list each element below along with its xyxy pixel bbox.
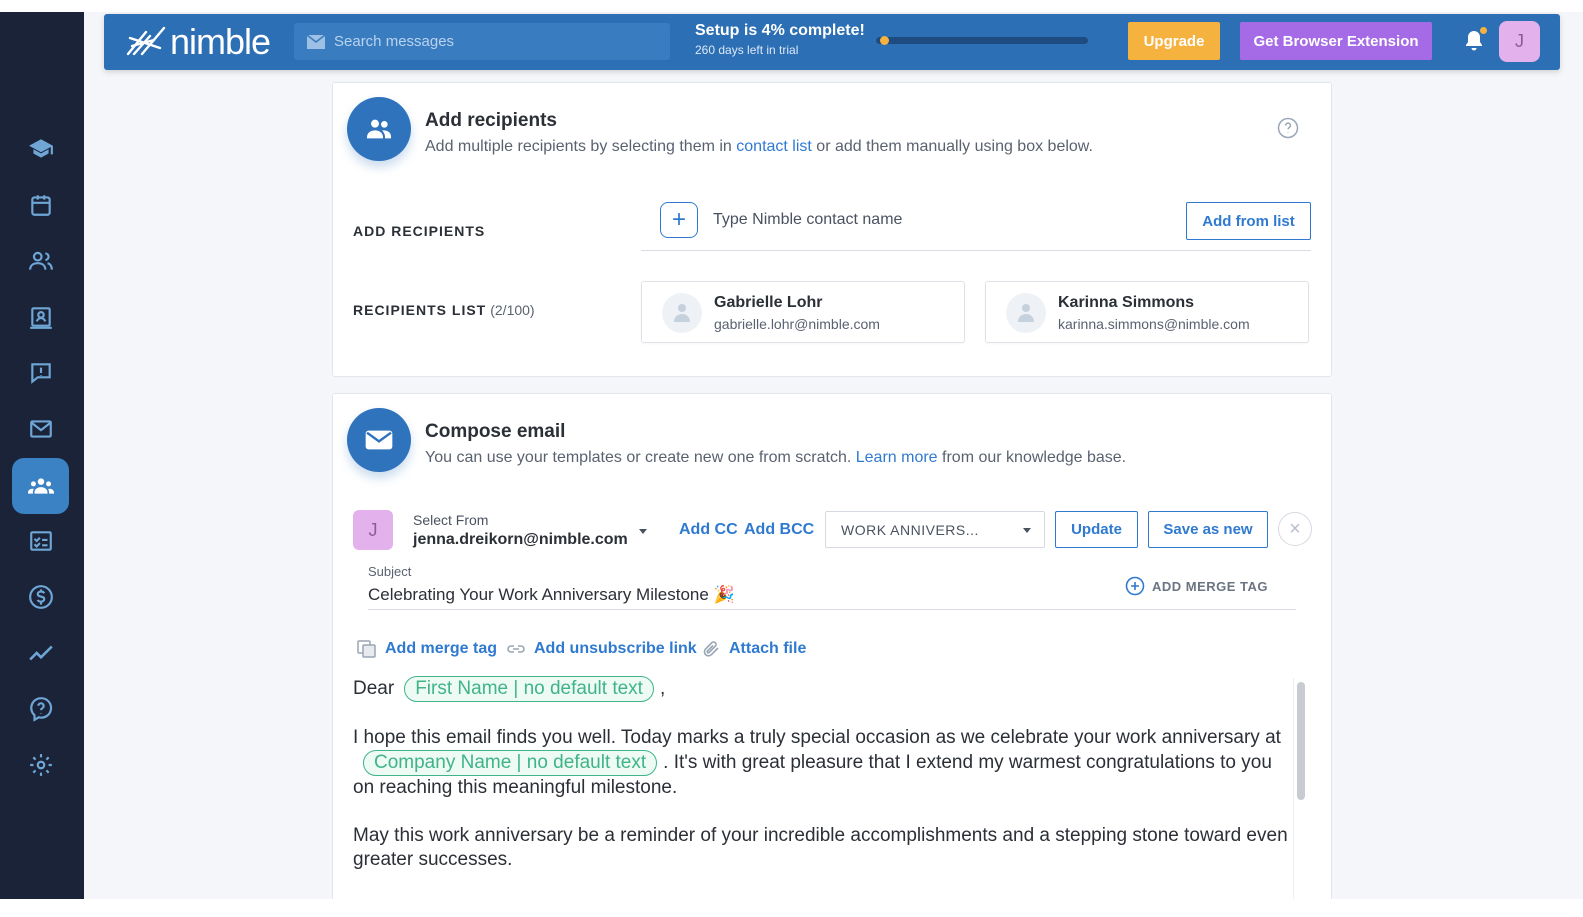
recipient-name: Karinna Simmons bbox=[1058, 294, 1195, 311]
merge-tag-icon bbox=[357, 640, 376, 658]
add-recipients-label: ADD RECIPIENTS bbox=[353, 223, 486, 239]
logo-text: nimble bbox=[170, 21, 271, 62]
template-select[interactable]: WORK ANNIVERS... bbox=[825, 511, 1045, 548]
recipients-count: (2/100) bbox=[490, 302, 535, 318]
upgrade-button[interactable]: Upgrade bbox=[1128, 22, 1220, 60]
bottom-strip bbox=[0, 899, 1583, 917]
add-recipients-title: Add recipients bbox=[425, 110, 557, 131]
close-icon[interactable]: × bbox=[1278, 512, 1312, 546]
tool-label: Add unsubscribe link bbox=[534, 640, 697, 657]
chart-line-icon[interactable] bbox=[20, 632, 62, 674]
help-icon[interactable] bbox=[20, 688, 62, 730]
recipient-email: karinna.simmons@nimble.com bbox=[1058, 316, 1250, 332]
calendar-icon[interactable] bbox=[20, 184, 62, 226]
recipients-list-text: RECIPIENTS LIST bbox=[353, 302, 487, 318]
add-from-list-button[interactable]: Add from list bbox=[1186, 202, 1311, 240]
chevron-down-icon bbox=[1023, 528, 1031, 533]
learn-more-link[interactable]: Learn more bbox=[856, 449, 938, 466]
people-icon[interactable] bbox=[20, 240, 62, 282]
subject-underline bbox=[368, 609, 1296, 610]
settings-icon[interactable] bbox=[20, 744, 62, 786]
graduation-cap-icon[interactable] bbox=[20, 128, 62, 170]
compose-email-card: Compose email You can use your templates… bbox=[332, 393, 1332, 917]
attach-file-tool[interactable]: Attach file bbox=[701, 640, 806, 658]
tool-label: Attach file bbox=[729, 640, 807, 657]
mail-icon[interactable] bbox=[20, 408, 62, 450]
scrollbar-thumb[interactable] bbox=[1297, 682, 1305, 800]
recipients-icon bbox=[347, 97, 411, 161]
add-cc-button[interactable]: Add CC bbox=[679, 521, 738, 539]
sender-avatar: J bbox=[353, 510, 393, 550]
get-browser-extension-button[interactable]: Get Browser Extension bbox=[1240, 22, 1432, 60]
plus-circle-icon bbox=[1125, 576, 1145, 596]
body-paragraph: I hope this email finds you well. Today … bbox=[353, 726, 1293, 800]
add-recipients-description: Add multiple recipients by selecting the… bbox=[425, 138, 1093, 156]
compose-email-description: You can use your templates or create new… bbox=[425, 449, 1126, 467]
body-text: I hope this email finds you well. Today … bbox=[353, 727, 1281, 748]
contact-card-icon[interactable] bbox=[20, 296, 62, 338]
tool-label: Add merge tag bbox=[385, 640, 498, 657]
add-merge-tag-label: ADD MERGE TAG bbox=[1152, 578, 1269, 594]
add-unsubscribe-link-tool[interactable]: Add unsubscribe link bbox=[506, 640, 697, 658]
nimble-logo-icon bbox=[126, 26, 166, 56]
add-merge-tag-button[interactable]: ADD MERGE TAG bbox=[1125, 576, 1268, 596]
desc-text: from our knowledge base. bbox=[937, 449, 1127, 466]
contact-name-input[interactable] bbox=[713, 211, 1133, 229]
paperclip-icon bbox=[703, 641, 719, 657]
mail-icon bbox=[306, 33, 326, 49]
select-from-label: Select From bbox=[413, 512, 489, 528]
dollar-icon[interactable] bbox=[20, 576, 62, 618]
recipients-list-label: RECIPIENTS LIST (2/100) bbox=[353, 302, 535, 318]
envelope-icon bbox=[347, 408, 411, 472]
notification-badge bbox=[1480, 27, 1487, 34]
help-circle-icon[interactable] bbox=[1277, 117, 1299, 139]
group-message-icon[interactable] bbox=[12, 458, 69, 514]
trial-days-left: 260 days left in trial bbox=[695, 43, 799, 57]
editor-scrollbar[interactable] bbox=[1293, 678, 1305, 917]
link-icon bbox=[507, 645, 525, 653]
recipient-card[interactable]: Karinna Simmons karinna.simmons@nimble.c… bbox=[985, 281, 1309, 343]
template-value: WORK ANNIVERS... bbox=[841, 521, 979, 538]
chevron-down-icon[interactable] bbox=[639, 529, 647, 534]
desc-text: You can use your templates or create new… bbox=[425, 449, 856, 466]
desc-text: or add them manually using box below. bbox=[811, 138, 1093, 155]
add-recipients-card: Add recipients Add multiple recipients b… bbox=[332, 82, 1332, 377]
recipient-card[interactable]: Gabrielle Lohr gabrielle.lohr@nimble.com bbox=[641, 281, 965, 343]
plus-icon[interactable]: + bbox=[660, 202, 698, 238]
update-button[interactable]: Update bbox=[1055, 511, 1138, 548]
recipient-email: gabrielle.lohr@nimble.com bbox=[714, 316, 880, 332]
body-paragraph: May this work anniversary be a reminder … bbox=[353, 825, 1288, 870]
alert-message-icon[interactable] bbox=[20, 352, 62, 394]
desc-text: Add multiple recipients by selecting the… bbox=[425, 138, 737, 155]
sidebar bbox=[0, 12, 84, 899]
compose-email-title: Compose email bbox=[425, 421, 566, 442]
add-recipient-row: + Add from list bbox=[641, 201, 1311, 251]
add-bcc-button[interactable]: Add BCC bbox=[744, 521, 814, 539]
user-avatar[interactable]: J bbox=[1499, 21, 1540, 62]
email-body-editor[interactable]: Dear First Name | no default text, I hope… bbox=[353, 676, 1293, 916]
add-merge-tag-tool[interactable]: Add merge tag bbox=[357, 640, 497, 658]
greeting-line: Dear First Name | no default text, bbox=[353, 676, 1293, 702]
comma-text: , bbox=[659, 678, 666, 699]
tasks-icon[interactable] bbox=[20, 520, 62, 562]
search-box bbox=[294, 23, 670, 60]
recipient-name: Gabrielle Lohr bbox=[714, 294, 823, 311]
top-strip bbox=[0, 0, 1583, 12]
nimble-logo[interactable]: nimble bbox=[124, 20, 271, 64]
search-input[interactable] bbox=[334, 33, 654, 50]
setup-progress-bar[interactable] bbox=[876, 36, 1088, 45]
sender-email-select[interactable]: jenna.dreikorn@nimble.com bbox=[413, 531, 628, 549]
greeting-text: Dear bbox=[353, 678, 395, 699]
top-bar: nimble Setup is 4% complete! 260 days le… bbox=[104, 14, 1560, 70]
person-placeholder-icon bbox=[1006, 293, 1046, 333]
setup-title: Setup is 4% complete! bbox=[695, 22, 865, 39]
subject-input[interactable]: Celebrating Your Work Anniversary Milest… bbox=[368, 585, 735, 605]
setup-progress-fill bbox=[879, 36, 889, 45]
first-name-merge-tag[interactable]: First Name | no default text bbox=[404, 676, 654, 702]
contact-list-link[interactable]: contact list bbox=[736, 138, 812, 155]
subject-label: Subject bbox=[368, 564, 412, 579]
save-as-new-button[interactable]: Save as new bbox=[1148, 511, 1268, 548]
company-name-merge-tag[interactable]: Company Name | no default text bbox=[363, 750, 658, 776]
person-placeholder-icon bbox=[662, 293, 702, 333]
